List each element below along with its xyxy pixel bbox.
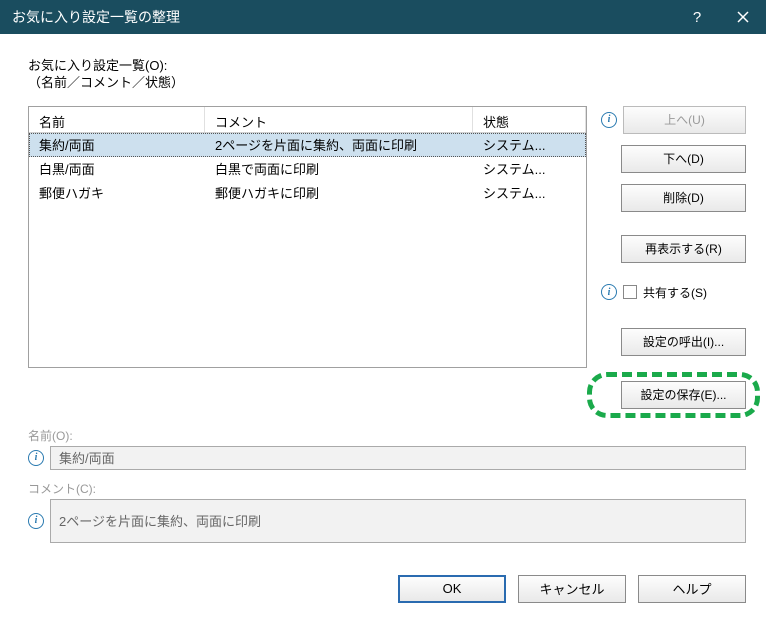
cancel-button[interactable]: キャンセル — [518, 575, 626, 603]
redisplay-button[interactable]: 再表示する(R) — [621, 235, 746, 263]
comment-input — [50, 499, 746, 543]
list-label: お気に入り設定一覧(O): （名前／コメント／状態） — [28, 58, 746, 92]
title-bar: お気に入り設定一覧の整理 ? — [0, 0, 766, 34]
help-button[interactable]: ヘルプ — [638, 575, 746, 603]
table-row[interactable]: 郵便ハガキ 郵便ハガキに印刷 システム... — [29, 181, 586, 205]
window-title: お気に入り設定一覧の整理 — [12, 7, 180, 27]
ok-button[interactable]: OK — [398, 575, 506, 603]
cell-comment: 白黒で両面に印刷 — [205, 159, 473, 178]
cell-name: 郵便ハガキ — [29, 183, 205, 202]
name-input — [50, 446, 746, 470]
share-checkbox[interactable] — [623, 285, 637, 299]
info-icon[interactable]: i — [601, 284, 617, 300]
cell-comment: 2ページを片面に集約、両面に印刷 — [205, 135, 473, 154]
table-row[interactable]: 白黒/両面 白黒で両面に印刷 システム... — [29, 157, 586, 181]
move-up-button: 上へ(U) — [623, 106, 746, 134]
save-settings-button[interactable]: 設定の保存(E)... — [621, 381, 746, 409]
help-button[interactable]: ? — [674, 0, 720, 34]
move-down-button[interactable]: 下へ(D) — [621, 145, 746, 173]
cell-status: システム... — [473, 159, 586, 178]
cell-status: システム... — [473, 183, 586, 202]
info-icon[interactable]: i — [601, 112, 617, 128]
share-label: 共有する(S) — [643, 284, 707, 301]
cell-name: 白黒/両面 — [29, 159, 205, 178]
delete-button[interactable]: 削除(D) — [621, 184, 746, 212]
list-label-line2: （名前／コメント／状態） — [28, 75, 746, 92]
table-header: 名前 コメント 状態 — [29, 107, 586, 133]
info-icon[interactable]: i — [28, 450, 44, 466]
header-comment[interactable]: コメント — [205, 107, 473, 132]
recall-settings-button[interactable]: 設定の呼出(I)... — [621, 328, 746, 356]
table-row[interactable]: 集約/両面 2ページを片面に集約、両面に印刷 システム... — [29, 133, 586, 157]
close-button[interactable] — [720, 0, 766, 34]
name-field-label: 名前(O): — [28, 427, 746, 444]
favorites-table[interactable]: 名前 コメント 状態 集約/両面 2ページを片面に集約、両面に印刷 システム..… — [28, 106, 587, 368]
side-panel: i 上へ(U) 下へ(D) 削除(D) 再表示する(R) i 共有する(S) 設… — [601, 106, 746, 409]
cell-comment: 郵便ハガキに印刷 — [205, 183, 473, 202]
header-status[interactable]: 状態 — [473, 107, 586, 132]
header-name[interactable]: 名前 — [29, 107, 205, 132]
list-label-line1: お気に入り設定一覧(O): — [28, 58, 746, 75]
info-icon[interactable]: i — [28, 513, 44, 529]
comment-field-label: コメント(C): — [28, 480, 746, 497]
cell-name: 集約/両面 — [29, 135, 205, 154]
close-icon — [737, 11, 749, 23]
cell-status: システム... — [473, 135, 586, 154]
